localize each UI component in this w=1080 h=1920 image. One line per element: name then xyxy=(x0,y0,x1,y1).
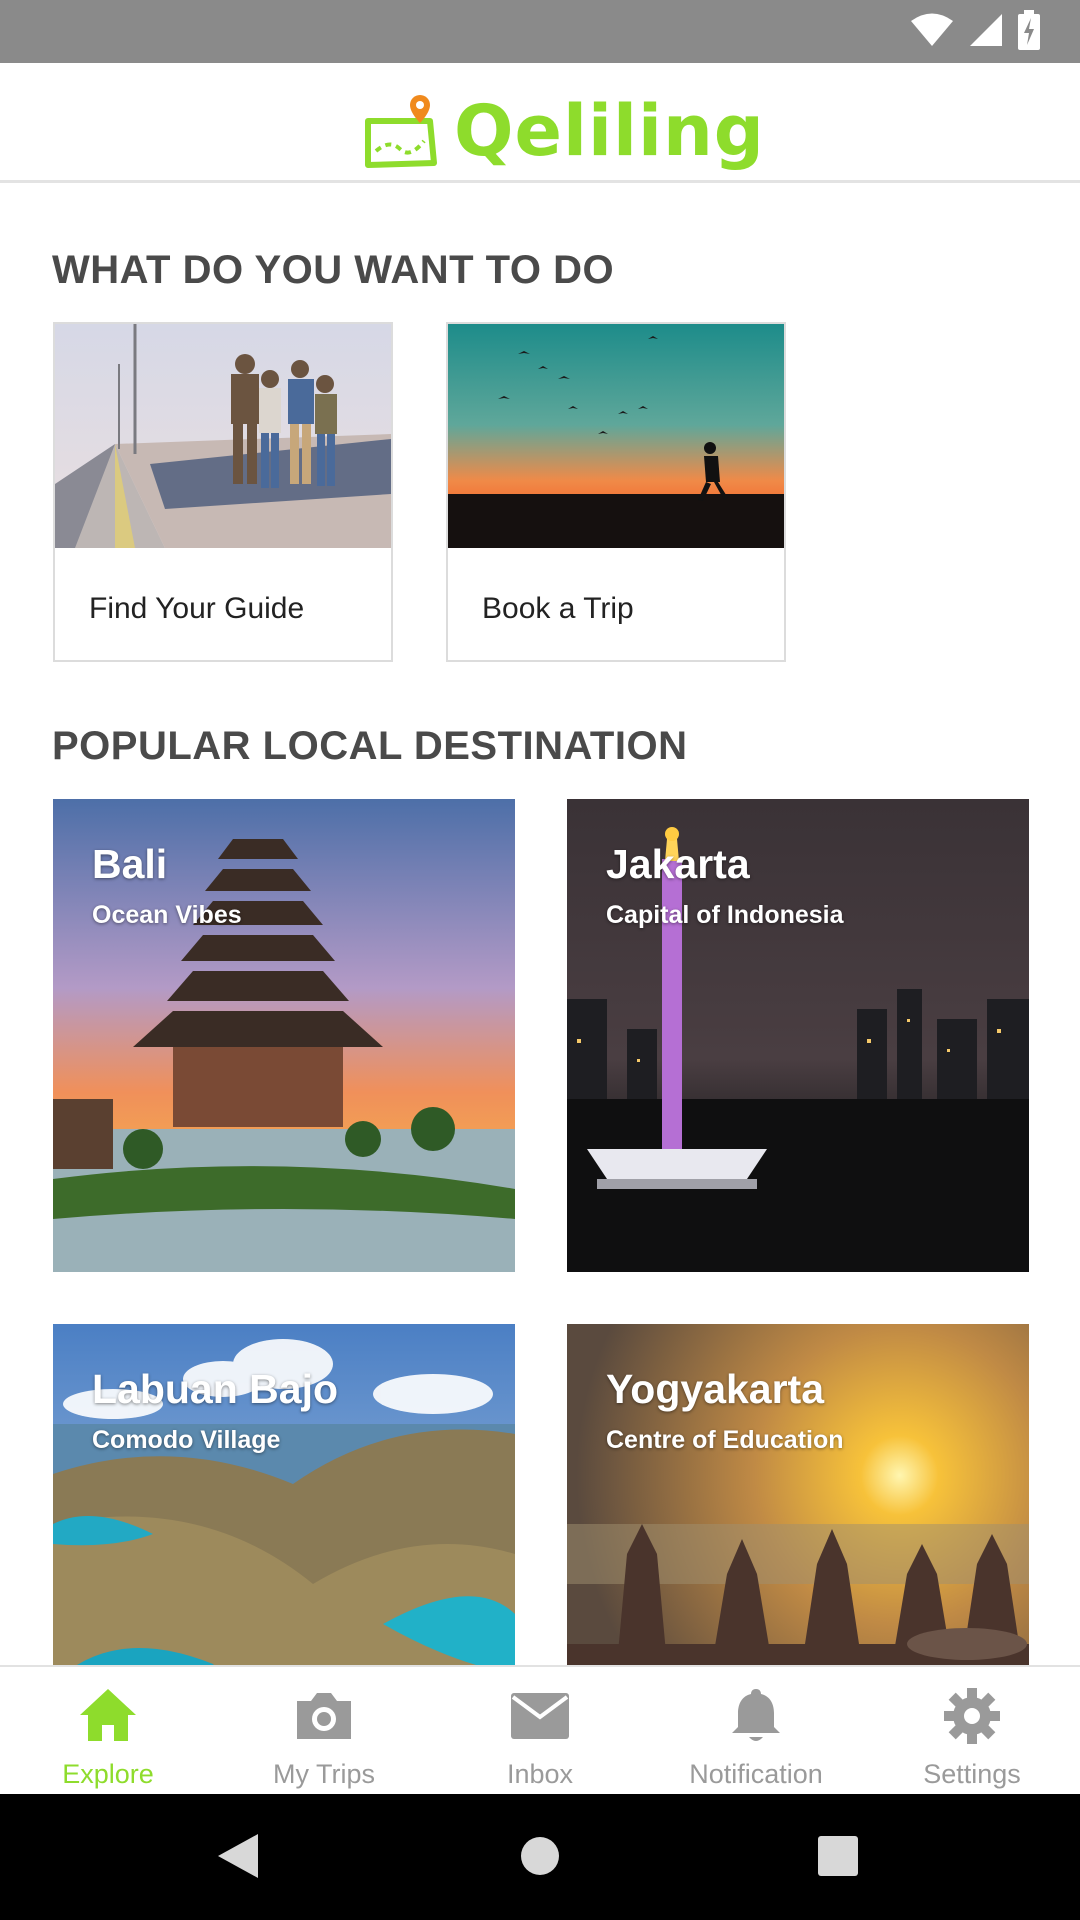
app-logo: Qeliling xyxy=(360,91,765,171)
cellular-signal-icon xyxy=(970,14,1002,46)
nav-label: My Trips xyxy=(272,1759,375,1789)
wifi-icon xyxy=(911,13,953,46)
section-title-what-to-do: WHAT DO YOU WANT TO DO xyxy=(52,248,615,292)
bottom-navigation: Explore My Trips Inbox Notification Sett… xyxy=(0,1665,1080,1794)
explore-content[interactable]: WHAT DO YOU WANT TO DO Find Your Guide B… xyxy=(0,186,1080,1665)
map-pin-logo-icon xyxy=(365,95,437,168)
destination-subtitle: Centre of Education xyxy=(606,1426,844,1454)
mail-icon xyxy=(511,1693,569,1739)
destination-card-labuan-bajo[interactable]: Labuan Bajo Comodo Village xyxy=(53,1324,515,1665)
destination-title: Jakarta xyxy=(606,841,750,887)
destination-card-bali[interactable]: Bali Ocean Vibes xyxy=(53,799,515,1272)
nav-item-notification[interactable]: Notification xyxy=(648,1667,864,1794)
nav-item-inbox[interactable]: Inbox xyxy=(432,1667,648,1794)
destination-subtitle: Ocean Vibes xyxy=(92,901,242,929)
destination-card-jakarta[interactable]: Jakarta Capital of Indonesia xyxy=(567,799,1029,1272)
friends-on-bridge-photo xyxy=(55,324,391,548)
status-icons xyxy=(910,10,1040,50)
app-screen: Qeliling WHAT DO YOU WANT TO DO Find You… xyxy=(0,0,1080,1920)
nav-item-my-trips[interactable]: My Trips xyxy=(216,1667,432,1794)
battery-charging-icon xyxy=(1018,10,1040,50)
bell-icon xyxy=(732,1689,780,1741)
nav-label: Explore xyxy=(62,1759,154,1789)
destination-subtitle: Comodo Village xyxy=(92,1426,281,1454)
nav-item-settings[interactable]: Settings xyxy=(864,1667,1080,1794)
gear-icon xyxy=(944,1688,1000,1744)
destination-title: Yogyakarta xyxy=(606,1366,825,1412)
book-trip-card[interactable]: Book a Trip xyxy=(446,322,786,662)
nav-item-explore[interactable]: Explore xyxy=(0,1667,216,1794)
destination-title: Bali xyxy=(92,841,168,887)
find-guide-label: Find Your Guide xyxy=(89,592,305,625)
camera-icon xyxy=(297,1693,351,1739)
system-navigation-bar xyxy=(0,1794,1080,1920)
destination-subtitle: Capital of Indonesia xyxy=(606,901,844,929)
nav-label: Inbox xyxy=(506,1759,574,1789)
app-header: Qeliling xyxy=(0,63,1080,183)
sunset-hiker-photo xyxy=(448,324,784,548)
status-bar xyxy=(0,0,1080,63)
home-circle-icon[interactable] xyxy=(519,1832,561,1880)
destination-card-yogyakarta[interactable]: Yogyakarta Centre of Education xyxy=(567,1324,1029,1665)
nav-label: Notification xyxy=(689,1759,823,1789)
app-name: Qeliling xyxy=(454,90,765,172)
back-icon[interactable] xyxy=(216,1832,260,1880)
book-trip-label: Book a Trip xyxy=(482,592,634,625)
section-title-popular: POPULAR LOCAL DESTINATION xyxy=(52,724,688,768)
home-icon xyxy=(80,1689,136,1741)
recents-square-icon[interactable] xyxy=(816,1832,860,1880)
find-guide-card[interactable]: Find Your Guide xyxy=(53,322,393,662)
nav-label: Settings xyxy=(923,1759,1021,1789)
destination-title: Labuan Bajo xyxy=(92,1366,339,1412)
